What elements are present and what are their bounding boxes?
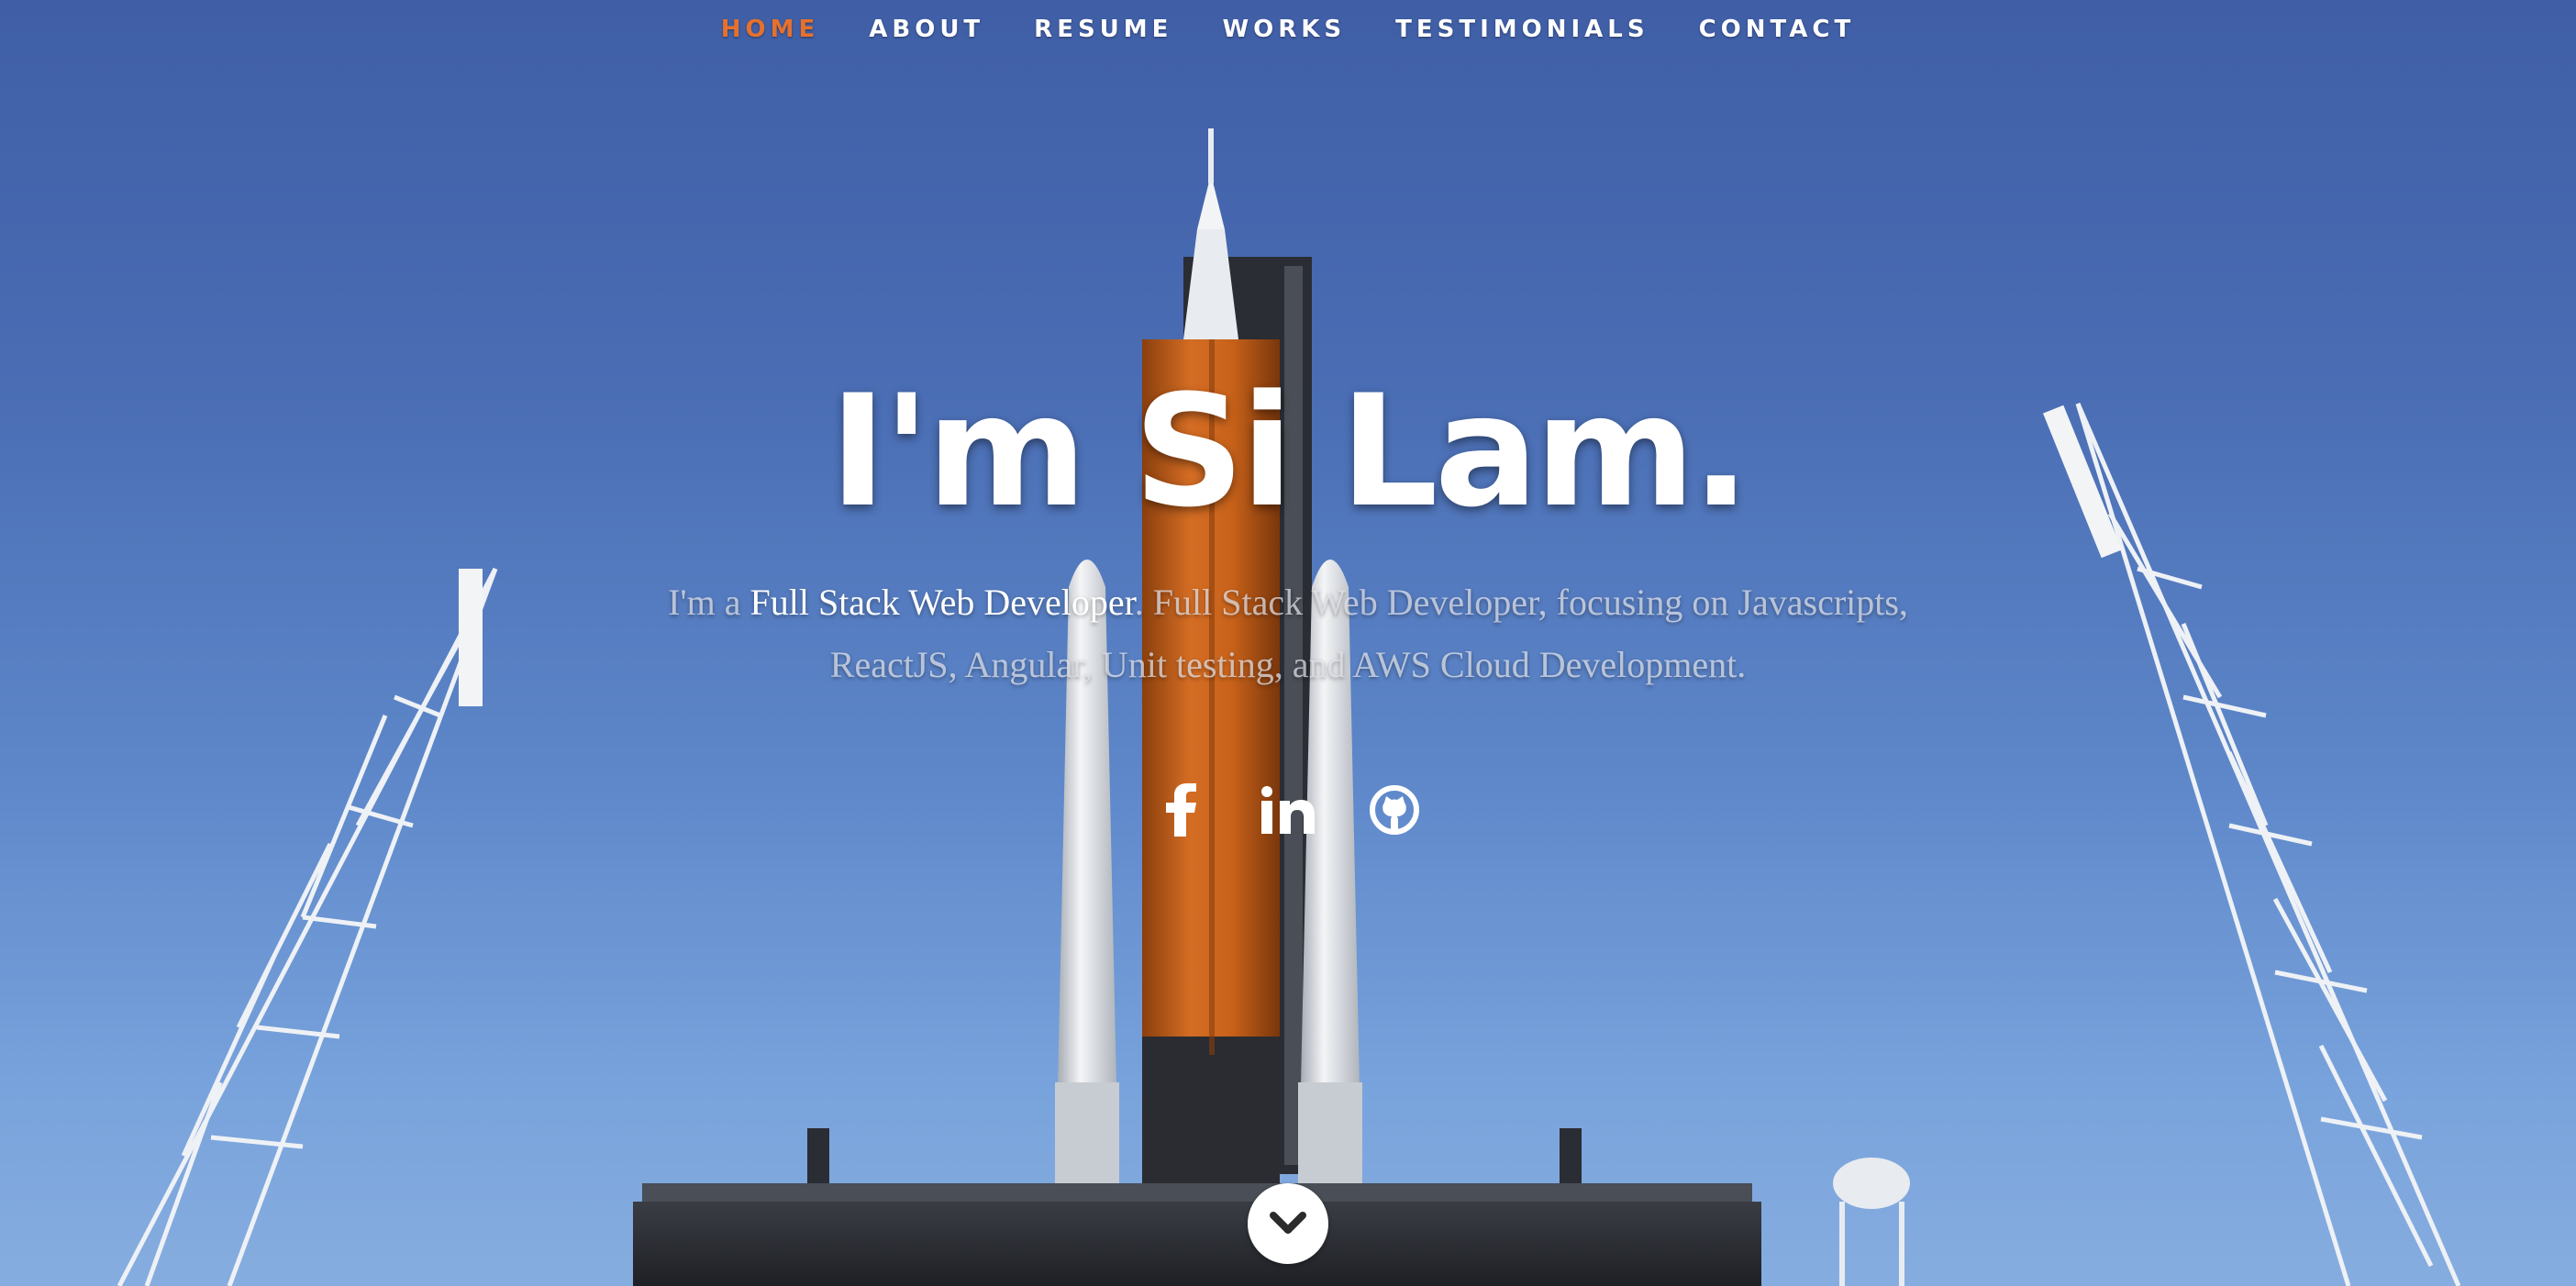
nav-contact[interactable]: CONTACT <box>1699 16 1856 43</box>
banner: I'm Si Lam. I'm a Full Stack Web Develop… <box>0 367 2576 839</box>
github-icon[interactable] <box>1365 781 1424 839</box>
facebook-icon[interactable] <box>1152 781 1211 839</box>
social-links <box>0 781 2576 839</box>
hero-section: HOME ABOUT RESUME WORKS TESTIMONIALS CON… <box>0 0 2576 1286</box>
nav-testimonials[interactable]: TESTIMONIALS <box>1395 16 1649 43</box>
nav-about[interactable]: ABOUT <box>869 16 984 43</box>
intro-role: Full Stack Web Developer <box>749 581 1135 623</box>
main-navigation: HOME ABOUT RESUME WORKS TESTIMONIALS CON… <box>0 0 2576 59</box>
water-tower <box>1833 1158 1910 1286</box>
capsule <box>1183 128 1238 339</box>
scroll-down-button[interactable] <box>1248 1183 1328 1264</box>
nav-home[interactable]: HOME <box>721 16 820 43</box>
headline: I'm Si Lam. <box>829 361 1750 541</box>
intro-prefix: I'm a <box>668 581 750 623</box>
linkedin-icon[interactable] <box>1259 781 1317 839</box>
chevron-down-icon <box>1270 1212 1306 1234</box>
nav-works[interactable]: WORKS <box>1222 16 1346 43</box>
intro-text: I'm a Full Stack Web Developer. Full Sta… <box>637 571 1939 696</box>
nav-resume[interactable]: RESUME <box>1034 16 1172 43</box>
